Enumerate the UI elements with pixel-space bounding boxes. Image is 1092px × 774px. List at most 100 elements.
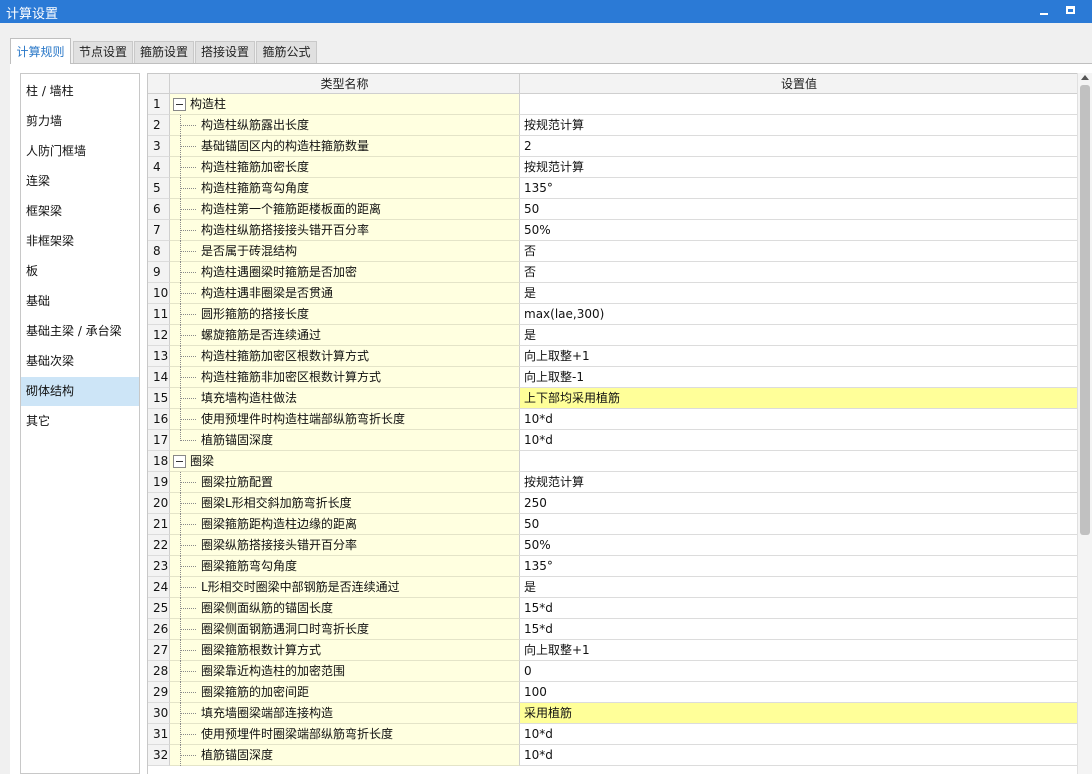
setting-value-cell[interactable]: 向上取整+1 (520, 346, 1078, 367)
table-row[interactable]: 9 构造柱遇圈梁时箍筋是否加密 否 (148, 262, 1078, 283)
sidebar-item-foundation-main-beam[interactable]: 基础主梁 / 承台梁 (21, 317, 139, 346)
table-row[interactable]: 2 构造柱纵筋露出长度 按规范计算 (148, 115, 1078, 136)
sidebar-item-shear-wall[interactable]: 剪力墙 (21, 107, 139, 136)
table-row[interactable]: 12 螺旋箍筋是否连续通过 是 (148, 325, 1078, 346)
table-row[interactable]: 17 植筋锚固深度 10*d (148, 430, 1078, 451)
setting-value-cell[interactable]: 是 (520, 325, 1078, 346)
setting-value-cell[interactable]: 135° (520, 178, 1078, 199)
table-row[interactable]: 3 基础锚固区内的构造柱箍筋数量 2 (148, 136, 1078, 157)
setting-value-cell[interactable]: 10*d (520, 745, 1078, 766)
setting-value-cell[interactable]: 15*d (520, 598, 1078, 619)
table-row[interactable]: 27 圈梁箍筋根数计算方式 向上取整+1 (148, 640, 1078, 661)
setting-value-cell[interactable]: 50 (520, 199, 1078, 220)
setting-name: 填充墙构造柱做法 (170, 388, 520, 409)
setting-value-cell[interactable]: 采用植筋 (520, 703, 1078, 724)
table-row[interactable]: 10 构造柱遇非圈梁是否贯通 是 (148, 283, 1078, 304)
table-row[interactable]: 5 构造柱箍筋弯勾角度 135° (148, 178, 1078, 199)
table-row[interactable]: 25 圈梁侧面纵筋的锚固长度 15*d (148, 598, 1078, 619)
sidebar-item-other[interactable]: 其它 (21, 407, 139, 436)
sidebar-item-column[interactable]: 柱 / 墙柱 (21, 77, 139, 106)
tab-stirrup-formula[interactable]: 箍筋公式 (256, 41, 317, 63)
table-row[interactable]: 21 圈梁箍筋距构造柱边缘的距离 50 (148, 514, 1078, 535)
setting-value-cell[interactable]: 向上取整+1 (520, 640, 1078, 661)
setting-value-cell[interactable]: 2 (520, 136, 1078, 157)
setting-name: 螺旋箍筋是否连续通过 (170, 325, 520, 346)
setting-value-cell[interactable]: 100 (520, 682, 1078, 703)
setting-name: 圈梁靠近构造柱的加密范围 (170, 661, 520, 682)
sidebar-item-masonry-structure[interactable]: 砌体结构 (21, 377, 139, 406)
tree-connector-icon (180, 241, 198, 262)
table-row[interactable]: 24 L形相交时圈梁中部钢筋是否连续通过 是 (148, 577, 1078, 598)
table-row[interactable]: 6 构造柱第一个箍筋距楼板面的距离 50 (148, 199, 1078, 220)
table-row[interactable]: 26 圈梁侧面钢筋遇洞口时弯折长度 15*d (148, 619, 1078, 640)
table-row[interactable]: 13 构造柱箍筋加密区根数计算方式 向上取整+1 (148, 346, 1078, 367)
setting-value-cell[interactable]: 10*d (520, 430, 1078, 451)
setting-value-cell[interactable]: 是 (520, 577, 1078, 598)
collapse-icon[interactable] (173, 455, 186, 468)
collapse-icon[interactable] (173, 98, 186, 111)
table-row[interactable]: 14 构造柱箍筋非加密区根数计算方式 向上取整-1 (148, 367, 1078, 388)
setting-value-cell[interactable]: 50% (520, 535, 1078, 556)
table-row[interactable]: 15 填充墙构造柱做法 上下部均采用植筋 (148, 388, 1078, 409)
setting-value-cell[interactable]: 15*d (520, 619, 1078, 640)
setting-name-label: 圈梁箍筋弯勾角度 (201, 559, 298, 573)
table-row[interactable]: 30 填充墙圈梁端部连接构造 采用植筋 (148, 703, 1078, 724)
setting-value-cell[interactable]: 按规范计算 (520, 157, 1078, 178)
table-row[interactable]: 7 构造柱纵筋搭接接头错开百分率 50% (148, 220, 1078, 241)
table-row[interactable]: 22 圈梁纵筋搭接接头错开百分率 50% (148, 535, 1078, 556)
maximize-icon[interactable] (1061, 1, 1081, 21)
category-row[interactable]: 1 构造柱 (148, 94, 1078, 115)
setting-value-cell[interactable]: 是 (520, 283, 1078, 304)
sidebar-item-foundation[interactable]: 基础 (21, 287, 139, 316)
row-number: 31 (148, 724, 170, 745)
table-row[interactable]: 23 圈梁箍筋弯勾角度 135° (148, 556, 1078, 577)
column-header-setting-value[interactable]: 设置值 (520, 74, 1078, 94)
setting-name: 构造柱纵筋搭接接头错开百分率 (170, 220, 520, 241)
table-row[interactable]: 11 圆形箍筋的搭接长度 max(lae,300) (148, 304, 1078, 325)
tab-stirrup-settings[interactable]: 箍筋设置 (134, 41, 194, 63)
setting-value-cell[interactable]: 按规范计算 (520, 472, 1078, 493)
sidebar-item-non-frame-beam[interactable]: 非框架梁 (21, 227, 139, 256)
minimize-icon[interactable] (1034, 1, 1054, 21)
setting-value-cell[interactable]: 按规范计算 (520, 115, 1078, 136)
setting-value-cell[interactable]: 否 (520, 262, 1078, 283)
setting-value-cell[interactable]: 上下部均采用植筋 (520, 388, 1078, 409)
sidebar-item-foundation-secondary-beam[interactable]: 基础次梁 (21, 347, 139, 376)
table-row[interactable]: 4 构造柱箍筋加密长度 按规范计算 (148, 157, 1078, 178)
setting-value-cell[interactable]: 10*d (520, 724, 1078, 745)
tab-lap-settings[interactable]: 搭接设置 (195, 41, 255, 63)
setting-value-cell[interactable]: 否 (520, 241, 1078, 262)
table-row[interactable]: 19 圈梁拉筋配置 按规范计算 (148, 472, 1078, 493)
row-number: 17 (148, 430, 170, 451)
sidebar-item-frame-beam[interactable]: 框架梁 (21, 197, 139, 226)
sidebar-item-slab[interactable]: 板 (21, 257, 139, 286)
table-row[interactable]: 8 是否属于砖混结构 否 (148, 241, 1078, 262)
row-number: 22 (148, 535, 170, 556)
category-row[interactable]: 18 圈梁 (148, 451, 1078, 472)
setting-value-cell[interactable]: 0 (520, 661, 1078, 682)
setting-value-cell[interactable]: 50 (520, 514, 1078, 535)
table-row[interactable]: 28 圈梁靠近构造柱的加密范围 0 (148, 661, 1078, 682)
setting-name-label: 圆形箍筋的搭接长度 (201, 307, 310, 321)
table-row[interactable]: 20 圈梁L形相交斜加筋弯折长度 250 (148, 493, 1078, 514)
setting-value-cell[interactable]: 50% (520, 220, 1078, 241)
table-row[interactable]: 29 圈梁箍筋的加密间距 100 (148, 682, 1078, 703)
setting-name: 圈梁纵筋搭接接头错开百分率 (170, 535, 520, 556)
setting-value-cell[interactable]: 135° (520, 556, 1078, 577)
scroll-up-arrow-icon[interactable] (1081, 75, 1089, 80)
tab-calc-rules[interactable]: 计算规则 (10, 38, 71, 64)
table-row[interactable]: 32 植筋锚固深度 10*d (148, 745, 1078, 766)
tab-node-settings[interactable]: 节点设置 (73, 41, 133, 63)
table-row[interactable]: 31 使用预埋件时圈梁端部纵筋弯折长度 10*d (148, 724, 1078, 745)
setting-value-cell[interactable]: 向上取整-1 (520, 367, 1078, 388)
column-header-type-name[interactable]: 类型名称 (170, 74, 520, 94)
setting-value-cell[interactable]: 10*d (520, 409, 1078, 430)
tree-connector-icon (180, 556, 198, 577)
setting-value-cell[interactable]: max(lae,300) (520, 304, 1078, 325)
scrollbar-thumb[interactable] (1080, 85, 1090, 535)
table-row[interactable]: 16 使用预埋件时构造柱端部纵筋弯折长度 10*d (148, 409, 1078, 430)
sidebar-item-civil-defense-frame-wall[interactable]: 人防门框墙 (21, 137, 139, 166)
setting-value-cell[interactable]: 250 (520, 493, 1078, 514)
vertical-scrollbar[interactable] (1077, 73, 1092, 774)
sidebar-item-coupling-beam[interactable]: 连梁 (21, 167, 139, 196)
